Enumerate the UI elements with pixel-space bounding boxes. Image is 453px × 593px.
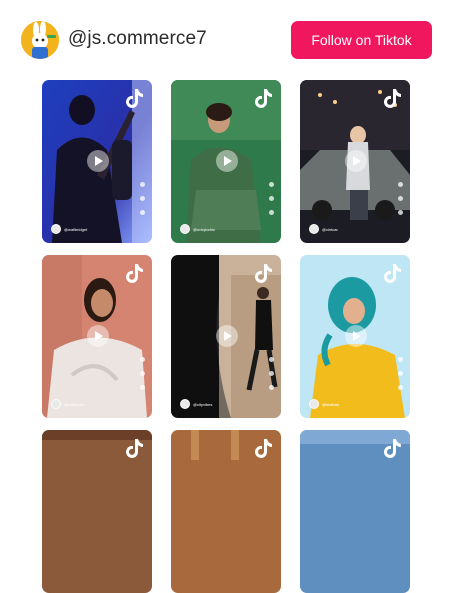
video-card[interactable]: @softlooks <box>42 255 152 418</box>
video-author: @wallbridget <box>51 224 87 234</box>
video-card[interactable]: @uniqlochic <box>171 80 281 243</box>
video-card[interactable]: @tealhair <box>300 255 410 418</box>
share-icon[interactable] <box>398 210 403 215</box>
share-icon[interactable] <box>140 210 145 215</box>
author-avatar <box>180 399 190 409</box>
author-avatar <box>180 224 190 234</box>
heart-icon[interactable] <box>398 182 403 187</box>
heart-icon[interactable] <box>269 357 274 362</box>
action-icons <box>140 182 146 224</box>
action-icons <box>269 357 275 399</box>
video-author: @vintcar <box>309 224 338 234</box>
action-icons <box>140 357 146 399</box>
follow-on-tiktok-button[interactable]: Follow on Tiktok <box>291 21 432 59</box>
action-icons <box>398 357 404 399</box>
comment-icon[interactable] <box>269 196 274 201</box>
account-handle[interactable]: @js.commerce7 <box>68 28 207 50</box>
tiktok-logo-icon <box>384 89 401 108</box>
share-icon[interactable] <box>269 210 274 215</box>
tiktok-logo-icon <box>126 264 143 283</box>
share-icon[interactable] <box>398 385 403 390</box>
video-card[interactable] <box>171 430 281 593</box>
comment-icon[interactable] <box>398 371 403 376</box>
author-name: @vintcar <box>322 226 338 232</box>
profile-header: @js.commerce7 Follow on Tiktok <box>0 0 453 80</box>
author-name: @cityvibes <box>193 401 213 407</box>
comment-icon[interactable] <box>398 196 403 201</box>
play-icon[interactable] <box>216 150 238 172</box>
author-avatar <box>51 224 61 234</box>
heart-icon[interactable] <box>269 182 274 187</box>
heart-icon[interactable] <box>140 182 145 187</box>
video-author: @softlooks <box>51 399 84 409</box>
comment-icon[interactable] <box>140 371 145 376</box>
video-card[interactable]: @cityvibes <box>171 255 281 418</box>
play-icon[interactable] <box>345 325 367 347</box>
play-icon[interactable] <box>87 150 109 172</box>
heart-icon[interactable] <box>140 357 145 362</box>
author-avatar <box>51 399 61 409</box>
share-icon[interactable] <box>269 385 274 390</box>
video-author: @tealhair <box>309 399 339 409</box>
play-icon[interactable] <box>87 325 109 347</box>
tiktok-logo-icon <box>255 89 272 108</box>
author-avatar <box>309 399 319 409</box>
author-name: @softlooks <box>64 401 84 407</box>
video-card[interactable] <box>42 430 152 593</box>
video-card[interactable]: @vintcar <box>300 80 410 243</box>
author-avatar <box>309 224 319 234</box>
video-author: @cityvibes <box>180 399 212 409</box>
video-card[interactable]: @wallbridget <box>42 80 152 243</box>
rabbit-avatar-icon <box>21 21 59 59</box>
action-icons <box>269 182 275 224</box>
video-card[interactable] <box>300 430 410 593</box>
comment-icon[interactable] <box>269 371 274 376</box>
share-icon[interactable] <box>140 385 145 390</box>
action-icons <box>398 182 404 224</box>
avatar[interactable] <box>21 21 59 59</box>
author-name: @tealhair <box>322 401 340 407</box>
author-name: @uniqlochic <box>193 226 215 232</box>
play-icon[interactable] <box>345 150 367 172</box>
tiktok-logo-icon <box>384 264 401 283</box>
tiktok-logo-icon <box>126 89 143 108</box>
comment-icon[interactable] <box>140 196 145 201</box>
video-author: @uniqlochic <box>180 224 215 234</box>
author-name: @wallbridget <box>64 226 88 232</box>
tiktok-logo-icon <box>255 264 272 283</box>
heart-icon[interactable] <box>398 357 403 362</box>
play-icon[interactable] <box>216 325 238 347</box>
